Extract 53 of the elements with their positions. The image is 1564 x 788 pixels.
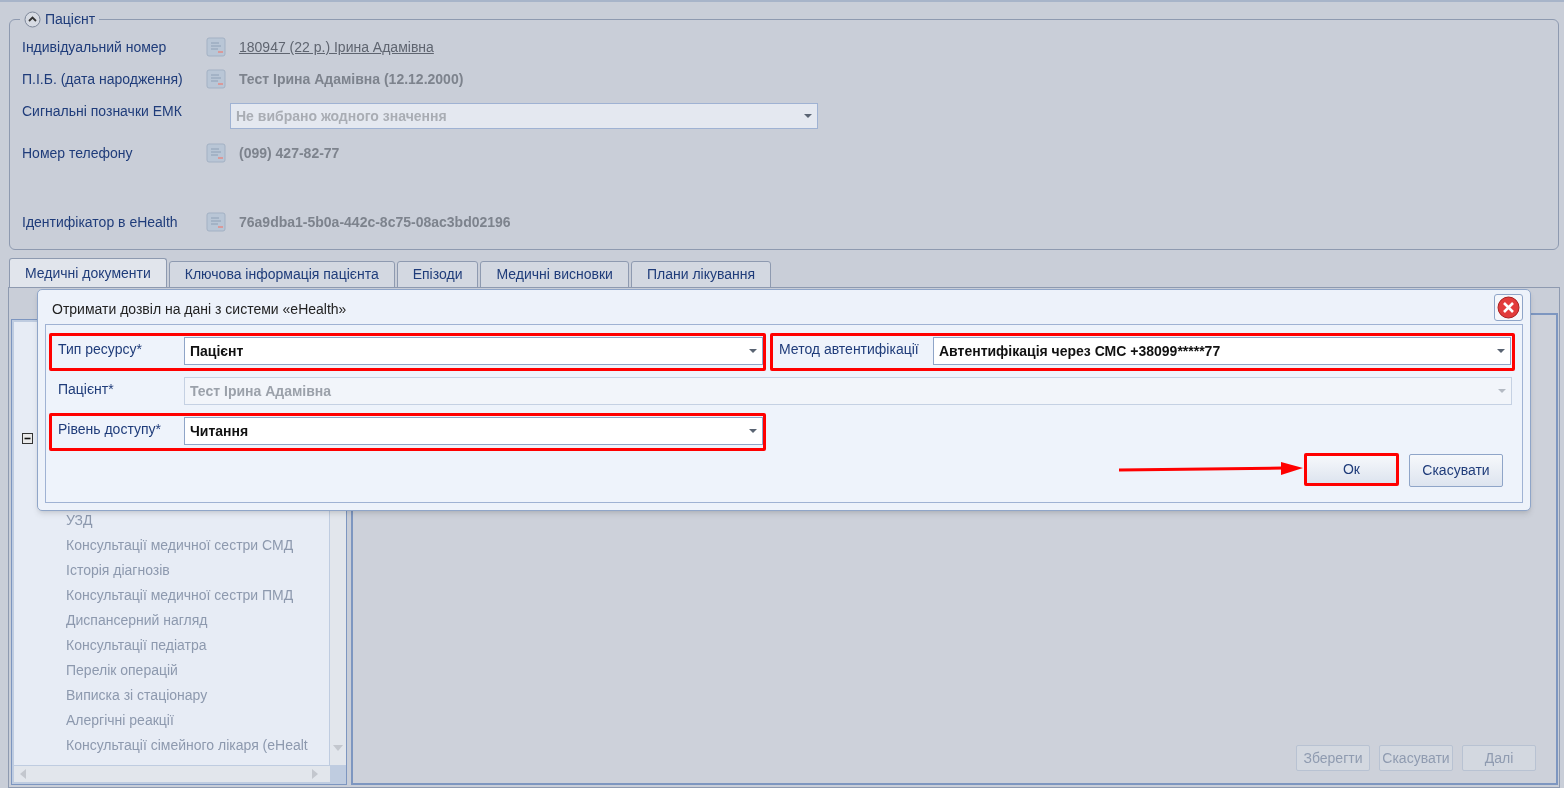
tree-item[interactable]: Алергічні реакції xyxy=(66,710,174,730)
dropdown-caret-icon xyxy=(1497,349,1505,353)
tab[interactable]: Ключова інформація пацієнта xyxy=(168,261,395,288)
dropdown-caret-icon xyxy=(1498,389,1506,393)
tree-item[interactable]: Консультації педіатра xyxy=(66,635,207,655)
combo-box[interactable]: Читання xyxy=(184,417,763,445)
tab[interactable]: Медичні документи xyxy=(9,258,167,288)
tree-item[interactable]: Виписка зі стаціонару xyxy=(66,685,208,705)
field-label: Метод автентифікації xyxy=(778,340,920,359)
tab[interactable]: Медичні висновки xyxy=(480,261,629,288)
field-label: П.І.Б. (дата народження) xyxy=(22,70,184,89)
select-field[interactable]: Не вибрано жодного значення xyxy=(230,103,818,129)
collapse-icon[interactable] xyxy=(22,433,33,444)
field-label: Номер телефону xyxy=(22,144,134,163)
tree-item[interactable]: Історія діагнозів xyxy=(66,560,170,580)
close-icon xyxy=(1497,296,1520,319)
field-label: Індивідуальний номер xyxy=(22,38,168,57)
field-value: (099) 427-82-77 xyxy=(239,144,340,163)
scroll-right-icon[interactable] xyxy=(312,769,318,779)
card-icon[interactable] xyxy=(206,143,226,163)
field-label: Рівень доступу* xyxy=(57,420,162,439)
dropdown-caret-icon xyxy=(749,349,757,353)
field-label: Сигнальні позначки ЕМК xyxy=(22,102,183,121)
dialog-button[interactable]: Скасувати xyxy=(1409,454,1503,487)
dialog-title: Отримати дозвіл на дані з системи «eHealth» xyxy=(52,300,347,319)
tab[interactable]: Епізоди xyxy=(396,261,479,288)
scroll-left-icon[interactable] xyxy=(20,769,26,779)
field-label: Пацієнт* xyxy=(57,380,115,399)
close-button[interactable] xyxy=(1494,294,1523,321)
card-icon[interactable] xyxy=(206,212,226,232)
card-icon[interactable] xyxy=(206,69,226,89)
dropdown-caret-icon xyxy=(749,429,757,433)
tab[interactable]: Плани лікування xyxy=(630,261,772,288)
combo-box[interactable]: Автентифікація через СМС +38099*****77 xyxy=(933,337,1511,365)
dropdown-caret-icon xyxy=(804,114,812,118)
field-label: Ідентифікатор в eHealth xyxy=(22,213,179,232)
field-value: 76a9dba1-5b0a-442c-8c75-08ac3bd02196 xyxy=(239,213,511,232)
field-value: Тест Ірина Адамівна (12.12.2000) xyxy=(239,70,464,89)
scroll-down-icon[interactable] xyxy=(333,745,343,751)
tree-item[interactable]: Диспансерний нагляд xyxy=(66,610,208,630)
horizontal-scrollbar[interactable] xyxy=(14,766,330,782)
tree-item[interactable]: УЗД xyxy=(66,510,93,530)
card-icon[interactable] xyxy=(206,37,226,57)
dialog-button[interactable]: Ок xyxy=(1304,453,1399,486)
tree-item[interactable]: Консультації медичної сестри СМД xyxy=(66,535,294,555)
collapse-icon[interactable] xyxy=(24,11,41,28)
tree-item[interactable]: Консультації сімейного лікаря (eHealt xyxy=(66,735,308,755)
patient-link[interactable]: 180947 (22 р.) Ірина Адамівна xyxy=(239,35,434,59)
field-label: Тип ресурсу* xyxy=(57,340,143,359)
panel-title: Пацієнт xyxy=(45,10,96,29)
combo-box[interactable]: Пацієнт xyxy=(184,337,763,365)
tree-item[interactable]: Перелік операцій xyxy=(66,660,178,680)
tree-item[interactable]: Консультації медичної сестри ПМД xyxy=(66,585,294,605)
